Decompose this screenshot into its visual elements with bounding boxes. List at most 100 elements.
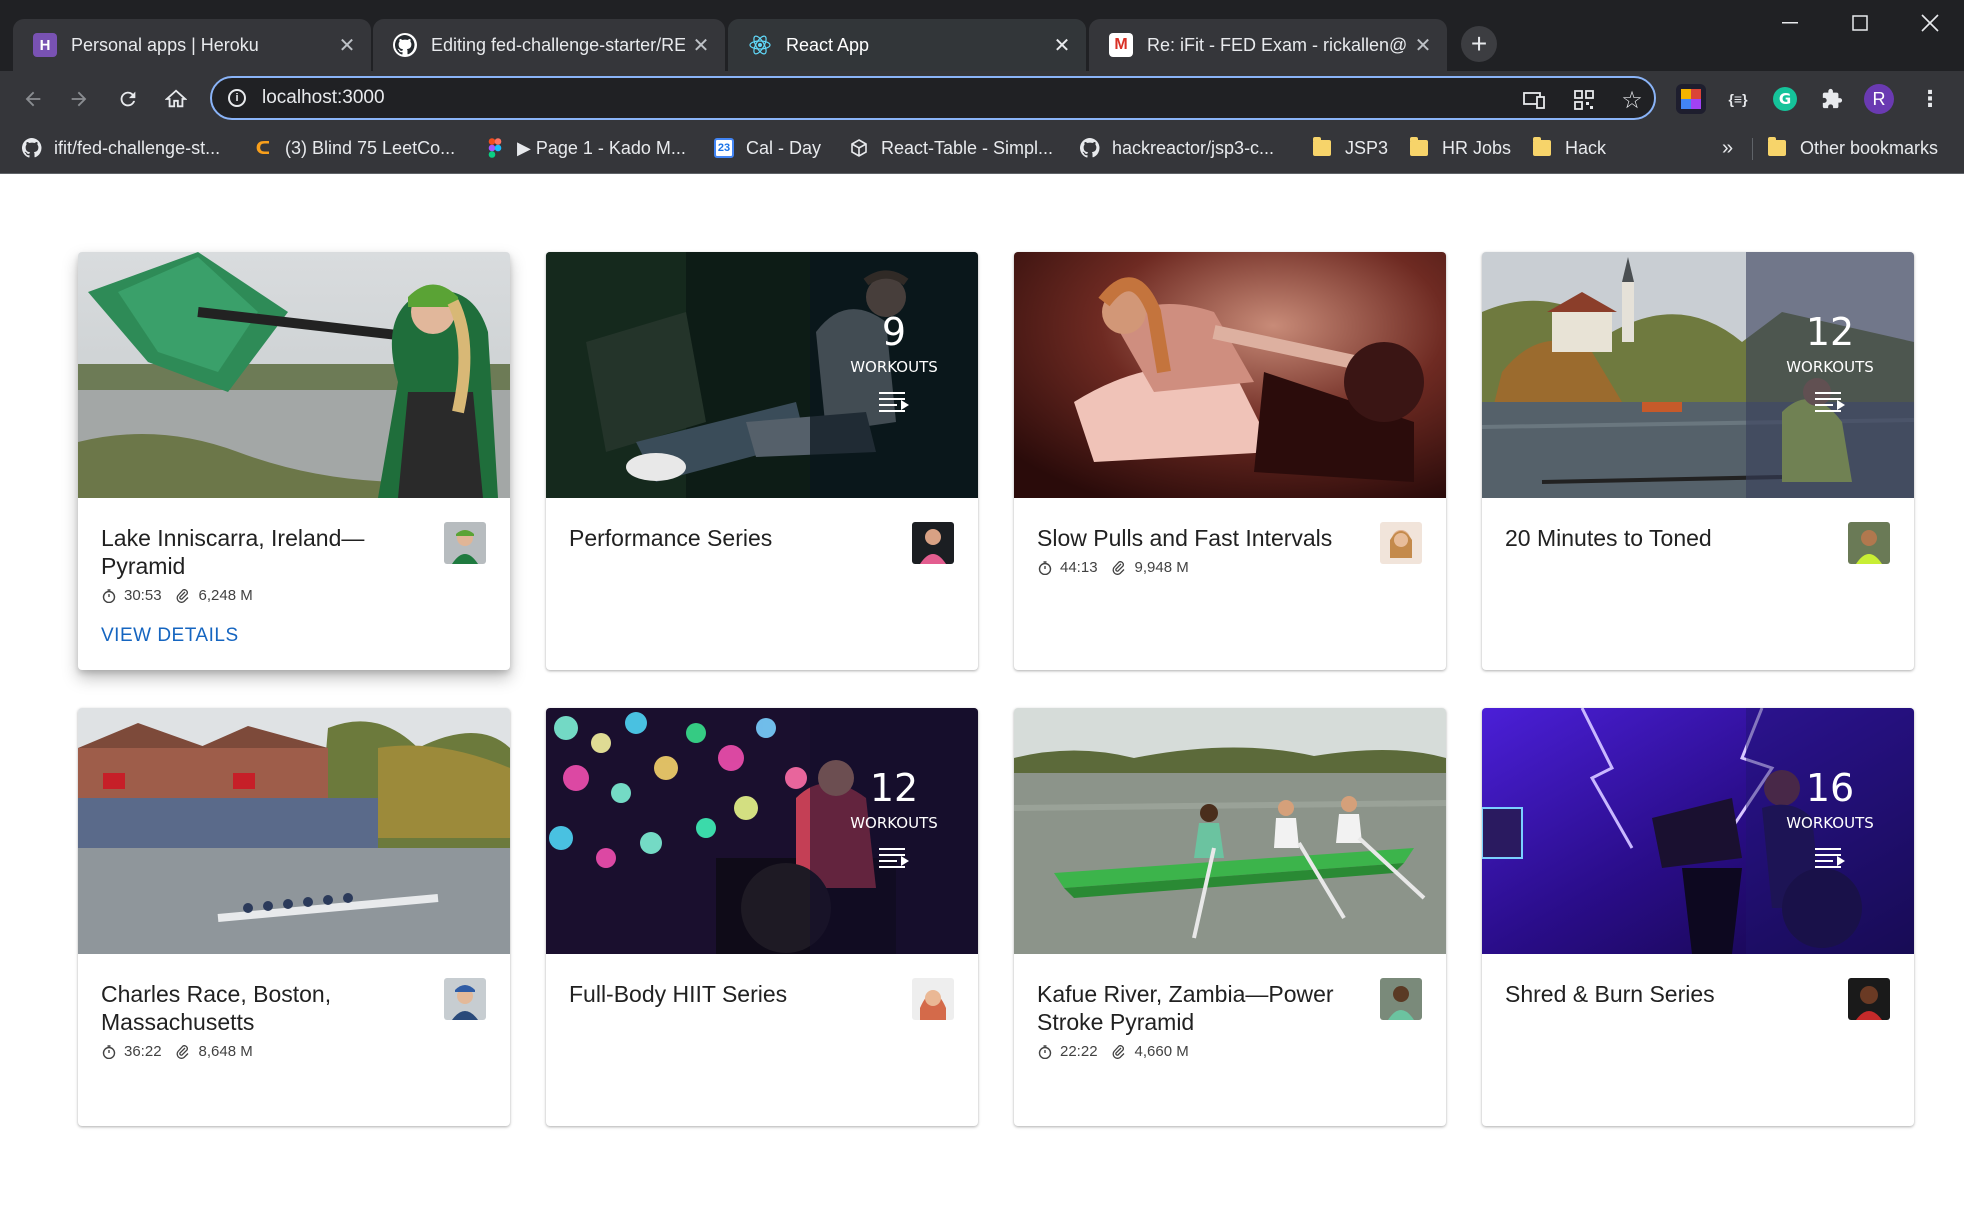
workout-stats: 30:53 6,248 M bbox=[101, 587, 253, 604]
site-info-icon[interactable]: i bbox=[228, 89, 246, 107]
close-icon[interactable]: ✕ bbox=[337, 35, 357, 57]
folder-icon bbox=[1410, 137, 1428, 156]
bookmark-label: HR Jobs bbox=[1442, 137, 1512, 158]
bookmark-item[interactable]: ▶ Page 1 - Kado M... bbox=[485, 133, 686, 163]
new-tab-button[interactable]: + bbox=[1461, 26, 1497, 62]
distance-paperclip-icon bbox=[176, 1044, 191, 1059]
bookmark-item[interactable]: hackreactor/jsp3-c... bbox=[1080, 133, 1274, 163]
workout-card[interactable]: Kafue River, Zambia—Power Stroke Pyramid… bbox=[1014, 708, 1446, 1126]
workout-distance: 8,648 M bbox=[198, 1043, 253, 1060]
other-bookmarks[interactable]: Other bookmarks bbox=[1768, 133, 1938, 163]
series-card[interactable]: 12 WORKOUTS Full-Body HIIT Series bbox=[546, 708, 978, 1126]
extensions-puzzle-icon[interactable] bbox=[1817, 84, 1847, 114]
series-card[interactable]: 12 WORKOUTS 20 Minutes to Toned bbox=[1482, 252, 1914, 670]
address-text[interactable]: localhost:3000 bbox=[262, 87, 385, 109]
playlist-icon bbox=[879, 846, 909, 868]
playlist-icon bbox=[1815, 390, 1845, 412]
bookmark-label: JSP3 bbox=[1345, 137, 1389, 158]
instructor-avatar bbox=[1848, 978, 1890, 1020]
back-icon[interactable] bbox=[18, 84, 48, 114]
view-details-button[interactable]: VIEW DETAILS bbox=[101, 625, 239, 647]
bookmark-folder-hack[interactable]: Hack bbox=[1533, 133, 1606, 163]
workout-distance: 9,948 M bbox=[1134, 559, 1189, 576]
maximize-icon[interactable] bbox=[1826, 0, 1894, 46]
leetcode-icon: ᑕ bbox=[255, 137, 271, 158]
bookmark-label: (3) Blind 75 LeetCo... bbox=[285, 137, 456, 158]
tab-title: Re: iFit - FED Exam - rickallen@g bbox=[1147, 34, 1407, 55]
card-title: Kafue River, Zambia—Power Stroke Pyramid bbox=[1037, 981, 1334, 1035]
stopwatch-icon bbox=[1037, 1044, 1052, 1059]
workout-duration: 30:53 bbox=[124, 587, 162, 604]
playlist-icon bbox=[879, 390, 909, 412]
card-title: Slow Pulls and Fast Intervals bbox=[1037, 525, 1333, 551]
bookmark-star-icon[interactable]: ☆ bbox=[1620, 87, 1644, 114]
workout-card[interactable]: Lake Inniscarra, Ireland—Pyramid 30:53 6… bbox=[78, 252, 510, 670]
color-extension-icon[interactable] bbox=[1676, 84, 1706, 114]
card-title: 20 Minutes to Toned bbox=[1505, 525, 1712, 551]
workout-count: 12 bbox=[869, 766, 919, 810]
cast-icon[interactable] bbox=[1522, 88, 1546, 112]
close-icon[interactable]: ✕ bbox=[1052, 35, 1072, 57]
playlist-icon bbox=[1815, 846, 1845, 868]
bookmark-folder-jsp3[interactable]: JSP3 bbox=[1313, 133, 1388, 163]
tab-heroku[interactable]: H Personal apps | Heroku ✕ bbox=[13, 19, 371, 71]
bookmarks-divider bbox=[1752, 138, 1753, 160]
workout-stats: 36:22 8,648 M bbox=[101, 1043, 253, 1060]
bookmark-label: ▶ Page 1 - Kado M... bbox=[517, 137, 686, 158]
bookmark-label: Cal - Day bbox=[746, 137, 822, 158]
workouts-label: WORKOUTS bbox=[850, 358, 938, 376]
workout-count-overlay: 12 WORKOUTS bbox=[810, 708, 978, 954]
github-icon bbox=[1080, 138, 1100, 158]
tab-react-app[interactable]: React App ✕ bbox=[728, 19, 1086, 71]
profile-avatar[interactable]: R bbox=[1864, 84, 1894, 114]
workouts-label: WORKOUTS bbox=[1786, 814, 1874, 832]
bookmark-label: React-Table - Simpl... bbox=[881, 137, 1054, 158]
workout-card[interactable]: Slow Pulls and Fast Intervals 44:13 9,94… bbox=[1014, 252, 1446, 670]
card-image bbox=[1014, 252, 1446, 498]
instructor-avatar bbox=[912, 522, 954, 564]
instructor-avatar bbox=[912, 978, 954, 1020]
workout-count: 16 bbox=[1805, 766, 1855, 810]
grammarly-icon[interactable]: G bbox=[1770, 84, 1800, 114]
close-icon[interactable]: ✕ bbox=[1413, 35, 1433, 57]
tab-title: Personal apps | Heroku bbox=[71, 34, 259, 55]
tab-gmail[interactable]: M Re: iFit - FED Exam - rickallen@g ✕ bbox=[1089, 19, 1447, 71]
workout-stats: 22:22 4,660 M bbox=[1037, 1043, 1189, 1060]
bookmark-item[interactable]: ᑕ (3) Blind 75 LeetCo... bbox=[253, 133, 455, 163]
workout-card[interactable]: Charles Race, Boston, Massachusetts 36:2… bbox=[78, 708, 510, 1126]
tab-github[interactable]: Editing fed-challenge-starter/REA ✕ bbox=[373, 19, 725, 71]
menu-kebab-icon[interactable]: ⋮ bbox=[1915, 84, 1945, 114]
reload-icon[interactable] bbox=[113, 84, 143, 114]
qr-code-icon[interactable] bbox=[1572, 88, 1596, 112]
series-card[interactable]: 16 WORKOUTS Shred & Burn Series bbox=[1482, 708, 1914, 1126]
close-window-icon[interactable] bbox=[1896, 0, 1964, 46]
distance-paperclip-icon bbox=[1112, 560, 1127, 575]
bookmark-item[interactable]: 23 Cal - Day bbox=[714, 133, 821, 163]
workout-distance: 6,248 M bbox=[198, 587, 253, 604]
instructor-avatar bbox=[1848, 522, 1890, 564]
github-icon bbox=[22, 138, 42, 158]
home-icon[interactable] bbox=[161, 84, 191, 114]
tab-title: Editing fed-challenge-starter/REA bbox=[431, 34, 685, 55]
workout-duration: 36:22 bbox=[124, 1043, 162, 1060]
series-card[interactable]: 9 WORKOUTS Performance Series bbox=[546, 252, 978, 670]
figma-icon bbox=[485, 138, 505, 158]
instructor-avatar bbox=[1380, 522, 1422, 564]
address-bar[interactable]: i localhost:3000 ☆ bbox=[210, 76, 1656, 120]
bookmark-item[interactable]: ifit/fed-challenge-st... bbox=[22, 133, 220, 163]
gmail-icon: M bbox=[1109, 33, 1133, 57]
close-icon[interactable]: ✕ bbox=[691, 35, 711, 57]
folder-icon bbox=[1313, 137, 1331, 156]
stopwatch-icon bbox=[101, 588, 116, 603]
json-extension-icon[interactable]: {≡} bbox=[1723, 84, 1753, 114]
minimize-icon[interactable] bbox=[1756, 0, 1824, 46]
bookmarks-overflow-button[interactable]: » bbox=[1722, 133, 1733, 163]
workout-count: 9 bbox=[881, 310, 907, 354]
workout-duration: 44:13 bbox=[1060, 559, 1098, 576]
card-title: Charles Race, Boston, Massachusetts bbox=[101, 981, 332, 1035]
folder-icon bbox=[1768, 137, 1786, 156]
workout-distance: 4,660 M bbox=[1134, 1043, 1189, 1060]
bookmark-item[interactable]: React-Table - Simpl... bbox=[849, 133, 1053, 163]
forward-icon[interactable] bbox=[64, 84, 94, 114]
bookmark-folder-hr-jobs[interactable]: HR Jobs bbox=[1410, 133, 1511, 163]
